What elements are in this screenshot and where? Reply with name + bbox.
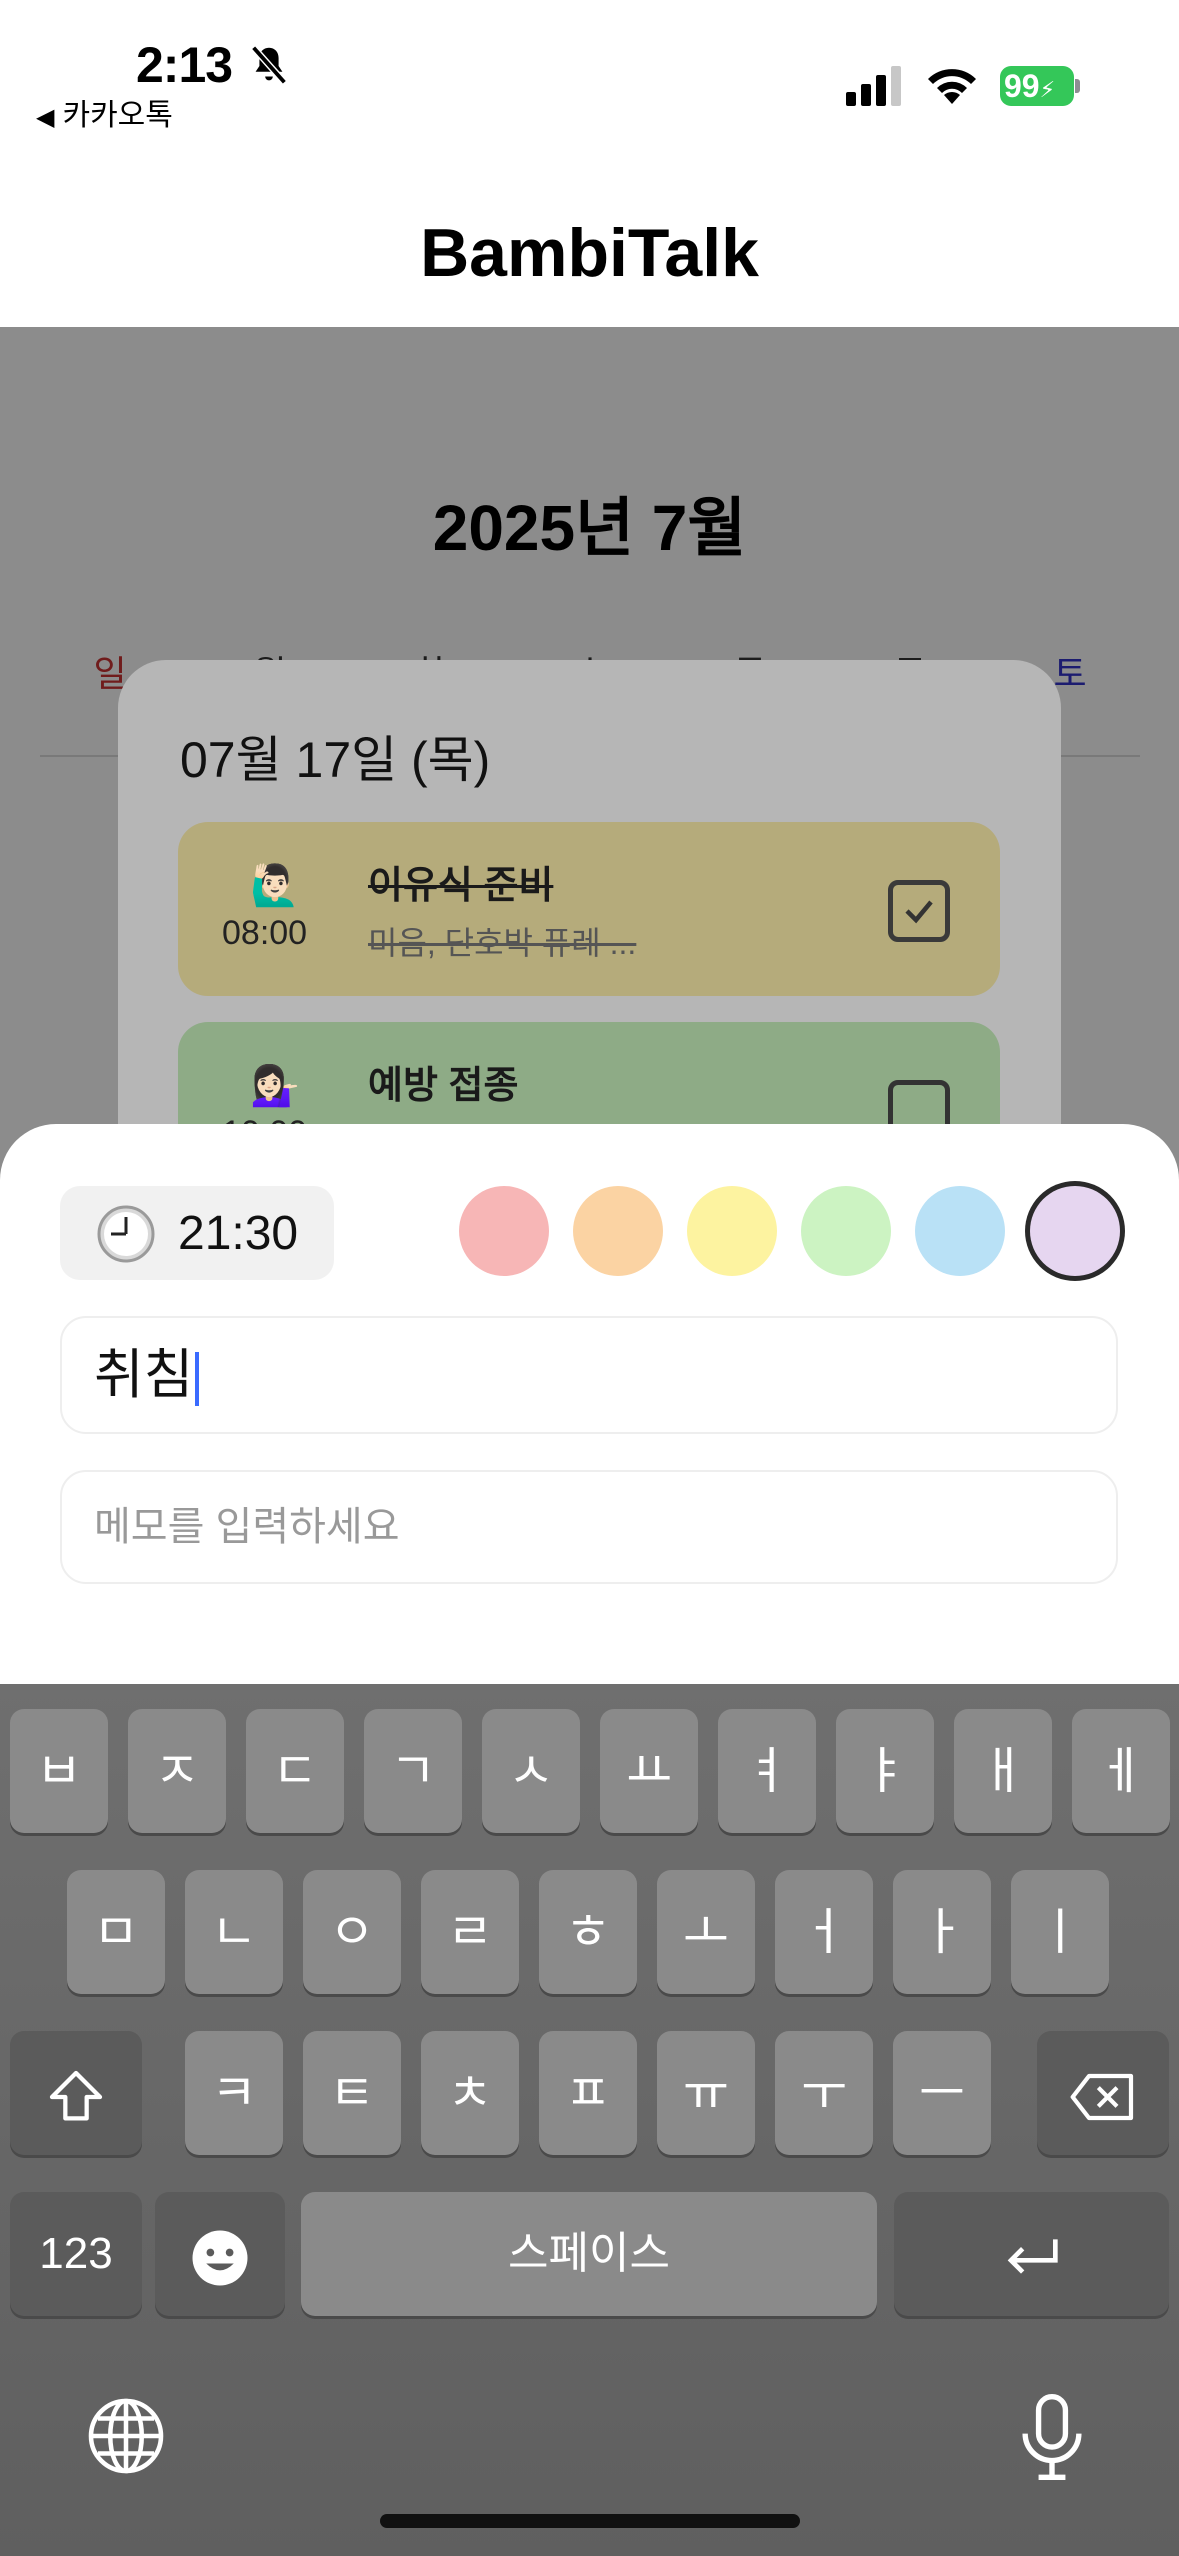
key[interactable]: ㅊ — [421, 2031, 519, 2155]
emoji-icon — [192, 2230, 248, 2286]
time-picker-button[interactable]: 21:30 — [60, 1186, 334, 1280]
key[interactable]: ㄴ — [185, 1870, 283, 1994]
key[interactable]: ㅋ — [185, 2031, 283, 2155]
key[interactable]: ㅓ — [775, 1870, 873, 1994]
color-swatch-purple[interactable] — [1030, 1186, 1120, 1276]
battery-indicator: 99⚡ — [1000, 66, 1080, 106]
status-bar: 2:13 ◀ 카카오톡 99⚡ — [0, 0, 1179, 150]
key[interactable]: ㅎ — [539, 1870, 637, 1994]
cellular-signal-icon — [846, 66, 901, 106]
key[interactable]: ㅣ — [1011, 1870, 1109, 1994]
globe-icon[interactable] — [84, 2394, 168, 2478]
color-swatch-yellow[interactable] — [687, 1186, 777, 1276]
key[interactable]: ㅌ — [303, 2031, 401, 2155]
key[interactable]: ㅗ — [657, 1870, 755, 1994]
key[interactable]: ㅔ — [1072, 1709, 1170, 1833]
event-title: 예방 접종 — [368, 1065, 519, 1107]
app-title: BambiTalk — [420, 215, 759, 291]
back-to-app-link[interactable]: ◀ 카카오톡 — [36, 90, 173, 134]
status-time: 2:13 — [136, 37, 233, 93]
emoji-key[interactable] — [155, 2192, 285, 2316]
event-emoji: 🙋🏻‍♂️ — [250, 864, 300, 908]
event-emoji: 💁🏻‍♀️ — [250, 1064, 300, 1108]
home-indicator[interactable] — [380, 2514, 800, 2528]
event-title: 이유식 준비 — [368, 865, 554, 907]
title-value: 취침 — [94, 1345, 194, 1405]
charging-bolt-icon: ⚡ — [1039, 77, 1056, 102]
space-key[interactable]: 스페이스 — [301, 2192, 877, 2316]
key[interactable]: ㄱ — [364, 1709, 462, 1833]
color-swatch-orange[interactable] — [573, 1186, 663, 1276]
key[interactable]: ㅁ — [67, 1870, 165, 1994]
key[interactable]: ㅐ — [954, 1709, 1052, 1833]
memo-placeholder: 메모를 입력하세요 — [94, 1505, 400, 1549]
key[interactable]: ㄷ — [246, 1709, 344, 1833]
backspace-key[interactable] — [1037, 2031, 1169, 2155]
key[interactable]: ㄹ — [421, 1870, 519, 1994]
key[interactable]: ㅜ — [775, 2031, 873, 2155]
time-value: 21:30 — [178, 1207, 299, 1260]
key[interactable]: ㅈ — [128, 1709, 226, 1833]
color-swatch-blue[interactable] — [915, 1186, 1005, 1276]
key[interactable]: ㅠ — [657, 2031, 755, 2155]
numbers-key[interactable]: 123 — [10, 2192, 142, 2316]
memo-input[interactable]: 메모를 입력하세요 — [60, 1470, 1118, 1584]
wifi-icon — [928, 69, 976, 104]
clock-icon — [97, 1205, 155, 1263]
text-cursor — [195, 1351, 200, 1406]
key[interactable]: ㅍ — [539, 2031, 637, 2155]
korean-keyboard: ㅂ ㅈ ㄷ ㄱ ㅅ ㅛ ㅕ ㅑ ㅐ ㅔ ㅁ ㄴ ㅇ ㄹ ㅎ ㅗ ㅓ ㅏ ㅣ ㅋ … — [0, 1684, 1179, 2556]
popup-date: 07월 17일 (목) — [180, 732, 491, 788]
color-swatch-red[interactable] — [459, 1186, 549, 1276]
event-time: 08:00 — [222, 914, 308, 952]
event-editor-sheet: 21:30 취침 메모를 입력하세요 — [0, 1124, 1179, 1684]
title-input[interactable]: 취침 — [60, 1316, 1118, 1434]
key[interactable]: ㅛ — [600, 1709, 698, 1833]
key[interactable]: ㅇ — [303, 1870, 401, 1994]
return-key[interactable] — [894, 2192, 1169, 2316]
back-app-label: 카카오톡 — [62, 99, 173, 132]
checkmark-icon — [905, 900, 933, 924]
event-card[interactable]: 🙋🏻‍♂️ 08:00 이유식 준비 미음, 단호박 퓨레 ... — [178, 822, 1000, 996]
key[interactable]: ㅏ — [893, 1870, 991, 1994]
event-memo: 미음, 단호박 퓨레 ... — [368, 925, 637, 961]
bell-slash-icon — [251, 45, 287, 85]
microphone-icon[interactable] — [1010, 2390, 1094, 2484]
key[interactable]: ㅂ — [10, 1709, 108, 1833]
event-done-checkbox[interactable] — [888, 880, 950, 942]
color-swatch-green[interactable] — [801, 1186, 891, 1276]
key[interactable]: ㅅ — [482, 1709, 580, 1833]
backspace-icon — [1070, 2073, 1134, 2120]
shift-icon — [49, 2070, 103, 2121]
back-triangle-icon: ◀ — [36, 104, 55, 131]
shift-key[interactable] — [10, 2031, 142, 2155]
key[interactable]: ㅑ — [836, 1709, 934, 1833]
battery-level: 99 — [1004, 68, 1040, 104]
key[interactable]: ㅕ — [718, 1709, 816, 1833]
app-header: BambiTalk — [0, 150, 1179, 327]
key[interactable]: ㅡ — [893, 2031, 991, 2155]
return-icon — [1007, 2239, 1058, 2274]
